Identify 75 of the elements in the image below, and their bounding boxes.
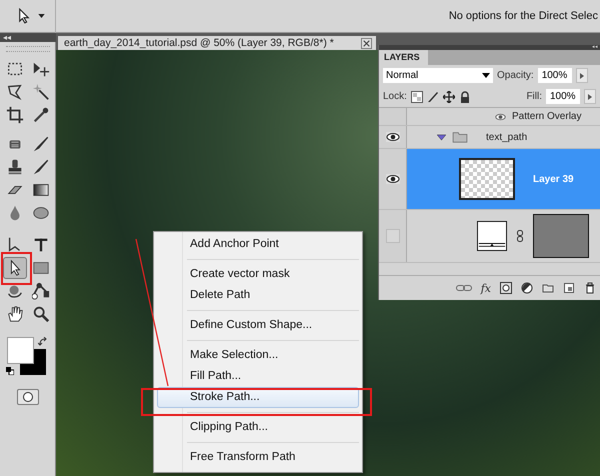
eye-icon[interactable]: [386, 132, 400, 142]
foreground-swatch[interactable]: [6, 337, 34, 364]
circle-icon: [22, 391, 34, 403]
options-message: No options for the Direct Selec: [448, 10, 599, 22]
opacity-field[interactable]: 100%: [538, 68, 572, 83]
play-arrow-icon: [588, 94, 592, 100]
half-circle-icon[interactable]: [521, 282, 533, 294]
eye-icon[interactable]: [386, 174, 400, 184]
gradient-icon: [32, 181, 50, 199]
checker-lock-icon[interactable]: [410, 90, 423, 102]
move-arrow-icon: [32, 60, 50, 78]
collapse-glyph[interactable]: ◂◂: [0, 33, 11, 42]
trash-icon[interactable]: [584, 282, 596, 294]
menu-item[interactable]: Fill Path...: [157, 366, 359, 387]
brush-icon: [32, 158, 50, 176]
lock-label: Lock:: [383, 91, 407, 102]
crop-icon: [6, 106, 24, 124]
wand-icon: [32, 83, 50, 101]
swap-arrow-icon[interactable]: [38, 337, 48, 347]
opacity-label: Opacity:: [497, 70, 534, 81]
layer-row[interactable]: Pattern Overlay: [379, 108, 600, 126]
stamp-icon: [6, 158, 24, 176]
layers-tab[interactable]: LAYERS: [379, 50, 428, 65]
menu-item[interactable]: Free Transform Path: [157, 447, 359, 468]
mask-thumbnail: [533, 214, 589, 258]
quick-mask-button[interactable]: [16, 389, 38, 405]
new-page-icon[interactable]: [563, 282, 575, 294]
lasso-icon: [6, 83, 24, 101]
eyedropper-icon: [32, 106, 50, 124]
hand-icon: [6, 305, 24, 323]
folder-icon: [452, 131, 468, 143]
fill-label: Fill:: [526, 91, 542, 102]
layer-name: Layer 39: [533, 174, 574, 184]
play-arrow-icon: [580, 72, 584, 78]
transparent-thumbnail: [459, 158, 515, 200]
sponge-icon: [32, 204, 50, 222]
folder-icon[interactable]: [542, 282, 554, 294]
brush-icon: [32, 135, 50, 153]
link-icon[interactable]: [456, 284, 472, 292]
menu-item[interactable]: Delete Path: [157, 285, 359, 306]
pointer-arrow-icon[interactable]: [18, 8, 30, 24]
document-tab[interactable]: earth_day_2014_tutorial.psd @ 50% (Layer 39, RGB/8*) *: [58, 36, 376, 50]
close-icon[interactable]: [361, 38, 372, 48]
caret-icon[interactable]: [38, 14, 45, 18]
link-icon[interactable]: [517, 230, 523, 242]
mask-icon[interactable]: [500, 282, 512, 294]
menu-item[interactable]: Create vector mask: [157, 264, 359, 285]
menu-item[interactable]: Clipping Path...: [157, 417, 359, 438]
default-colors-icon[interactable]: [6, 367, 14, 375]
menu-item[interactable]: Define Custom Shape...: [157, 315, 359, 336]
adjustment-thumbnail: [477, 220, 507, 252]
dashed-square-icon: [6, 60, 24, 78]
padlock-icon[interactable]: [458, 90, 471, 102]
layer-row[interactable]: [379, 210, 600, 263]
move-lock-icon[interactable]: [442, 90, 455, 102]
menu-item[interactable]: Make Selection...: [157, 345, 359, 366]
brush-lock-icon[interactable]: [426, 90, 439, 102]
layer-name: text_path: [486, 132, 528, 142]
fill-field[interactable]: 100%: [546, 89, 580, 104]
disclosure-triangle-icon[interactable]: [437, 134, 446, 140]
direct-selection-tool-button[interactable]: [2, 257, 26, 279]
opacity-arrow-button[interactable]: [576, 68, 588, 83]
node-icon: [32, 282, 50, 300]
fill-arrow-button[interactable]: [584, 89, 596, 104]
menu-item[interactable]: Add Anchor Point: [157, 234, 359, 255]
effects-button[interactable]: fx: [480, 282, 491, 294]
caret-icon: [482, 73, 490, 78]
menu-item[interactable]: Stroke Path...: [157, 387, 359, 408]
magnifier-icon: [32, 305, 50, 323]
effect-name: Pattern Overlay: [512, 111, 582, 122]
type-icon: [32, 236, 50, 254]
eye-icon[interactable]: [495, 112, 506, 120]
blend-mode-dropdown[interactable]: Normal: [383, 68, 493, 83]
rectangle-icon: [32, 259, 50, 277]
background-swatch[interactable]: [20, 349, 46, 375]
